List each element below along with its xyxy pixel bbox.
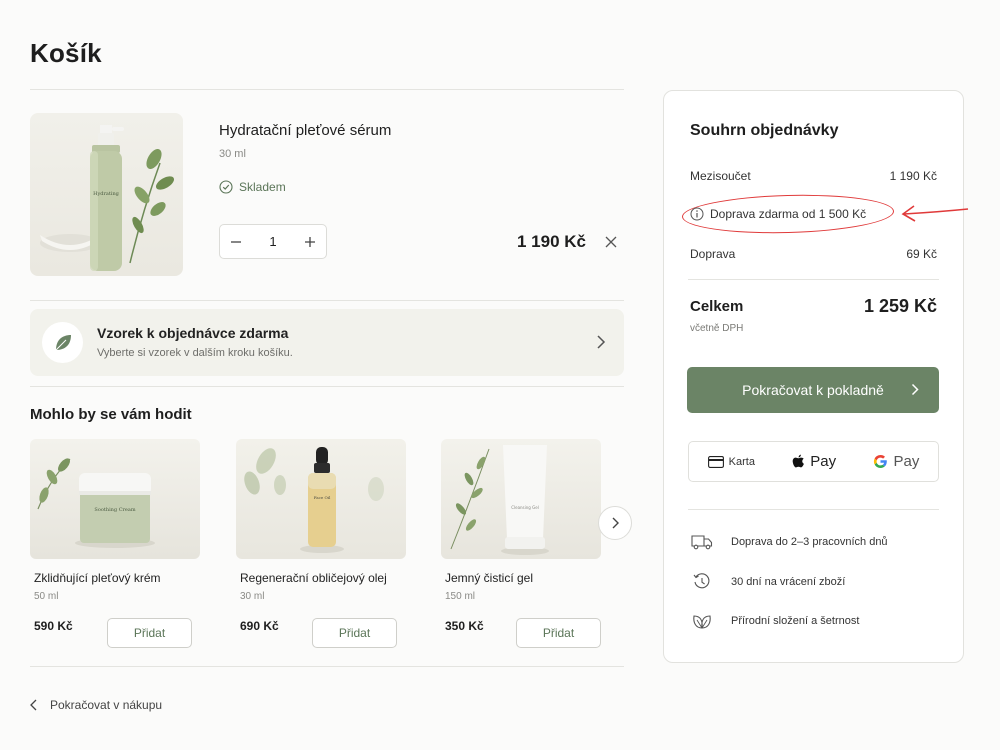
apple-pay-label: Pay [810, 453, 837, 470]
product-image-serum[interactable]: Hydrating [30, 113, 183, 276]
quantity-value[interactable]: 1 [269, 234, 276, 249]
shipping-value: 69 Kč [906, 247, 937, 261]
close-icon [605, 236, 617, 248]
page-title: Košík [30, 38, 102, 68]
product-image-gel[interactable]: Cleansing Gel [441, 439, 601, 559]
recommendation-name[interactable]: Zklidňující pleťový krém [34, 571, 161, 585]
stock-label: Skladem [239, 180, 286, 194]
bottle-label: Hydrating [93, 191, 120, 197]
benefit-label: Přírodní složení a šetrnost [731, 615, 860, 627]
bottle-label: Face Oil [314, 495, 331, 500]
add-to-cart-button[interactable]: Přidat [516, 618, 601, 648]
credit-card-icon [707, 455, 724, 468]
checkout-label: Pokračovat k pokladně [742, 382, 884, 398]
sample-subtitle: Vyberte si vzorek v dalším kroku košíku. [97, 347, 293, 359]
recommendation-name[interactable]: Jemný čisticí gel [445, 571, 533, 585]
free-sample-banner[interactable]: Vzorek k objednávce zdarma Vyberte si vz… [30, 309, 624, 376]
payment-methods: Karta Pay Pay [688, 441, 939, 482]
recommendation-price: 350 Kč [445, 619, 484, 633]
divider [30, 89, 624, 90]
recommendation-price: 590 Kč [34, 619, 73, 633]
recommendation-volume: 150 ml [445, 591, 476, 602]
quantity-stepper[interactable]: 1 [219, 224, 327, 259]
increase-quantity-button[interactable] [294, 225, 326, 258]
shipping-label: Doprava [690, 247, 736, 261]
jar-label: Soothing Cream [94, 507, 135, 513]
payment-apple-pay[interactable]: Pay [792, 453, 836, 470]
stock-status: Skladem [219, 180, 286, 194]
recommendation-card[interactable]: Cleansing Gel Jemný čisticí gel 150 ml 3… [441, 439, 601, 648]
payment-google-pay[interactable]: Pay [873, 453, 919, 470]
minus-icon [231, 240, 241, 243]
continue-shopping-label: Pokračovat v nákupu [50, 698, 163, 712]
total-value: 1 259 Kč [863, 296, 937, 316]
total-label: Celkem [690, 298, 744, 315]
free-shipping-text: Doprava zdarma od 1 500 Kč [710, 207, 867, 221]
benefit-returns: 30 dní na vrácení zboží [690, 573, 845, 591]
chevron-right-icon [597, 335, 606, 349]
check-circle-icon [219, 180, 233, 194]
product-image-cream[interactable]: Soothing Cream [30, 439, 200, 559]
divider [688, 509, 939, 510]
google-logo-icon [874, 455, 888, 468]
recommendation-volume: 30 ml [240, 591, 265, 602]
divider [688, 279, 939, 280]
subtotal-label: Mezisoučet [690, 169, 751, 183]
recommendation-price: 690 Kč [240, 619, 279, 633]
remove-item-button[interactable] [603, 234, 619, 250]
add-to-cart-button[interactable]: Přidat [107, 618, 192, 648]
chevron-left-icon [30, 699, 37, 711]
benefit-natural: Přírodní složení a šetrnost [690, 612, 859, 630]
sample-title: Vzorek k objednávce zdarma [97, 325, 289, 341]
payment-card[interactable]: Karta [707, 455, 755, 468]
leaf-badge [42, 322, 83, 363]
history-clock-icon [693, 573, 710, 589]
info-icon [690, 207, 704, 221]
add-to-cart-button[interactable]: Přidat [312, 618, 397, 648]
recommendation-volume: 50 ml [34, 591, 59, 602]
chevron-right-icon [911, 383, 919, 396]
carousel-next-button[interactable] [598, 506, 632, 540]
recommendations-title: Mohlo by se vám hodit [30, 406, 192, 423]
google-pay-label: Pay [893, 453, 920, 470]
truck-icon [691, 535, 713, 550]
order-summary: Souhrn objednávky Mezisoučet 1 190 Kč Do… [663, 90, 964, 663]
divider [30, 666, 624, 667]
chevron-right-icon [612, 517, 619, 529]
leaves-icon [693, 615, 711, 629]
leaf-icon [55, 334, 71, 350]
benefit-label: Doprava do 2–3 pracovních dnů [731, 536, 888, 548]
subtotal-value: 1 190 Kč [889, 169, 937, 183]
product-name[interactable]: Hydratační pleťové sérum [219, 122, 391, 139]
continue-shopping-link[interactable]: Pokračovat v nákupu [30, 698, 162, 712]
payment-card-label: Karta [728, 455, 755, 468]
summary-title: Souhrn objednávky [690, 122, 839, 139]
apple-logo-icon [792, 454, 805, 468]
plus-icon [304, 236, 315, 247]
line-price: 1 190 Kč [517, 232, 586, 251]
vat-note: včetně DPH [690, 323, 744, 334]
annotation-arrow-icon [901, 205, 969, 222]
divider [30, 386, 624, 387]
decrease-quantity-button[interactable] [220, 225, 252, 258]
recommendation-card[interactable]: Face Oil Regenerační obličejový olej 30 … [236, 439, 406, 648]
divider [30, 300, 624, 301]
product-image-oil[interactable]: Face Oil [236, 439, 406, 559]
product-volume: 30 ml [219, 148, 246, 160]
recommendation-name[interactable]: Regenerační obličejový olej [240, 571, 387, 585]
tube-label: Cleansing Gel [511, 505, 539, 510]
free-shipping-note: Doprava zdarma od 1 500 Kč [690, 207, 866, 221]
benefit-shipping: Doprava do 2–3 pracovních dnů [690, 534, 888, 550]
benefit-label: 30 dní na vrácení zboží [731, 576, 846, 588]
recommendation-card[interactable]: Soothing Cream Zklidňující pleťový krém … [30, 439, 200, 648]
checkout-button[interactable]: Pokračovat k pokladně [687, 367, 939, 413]
